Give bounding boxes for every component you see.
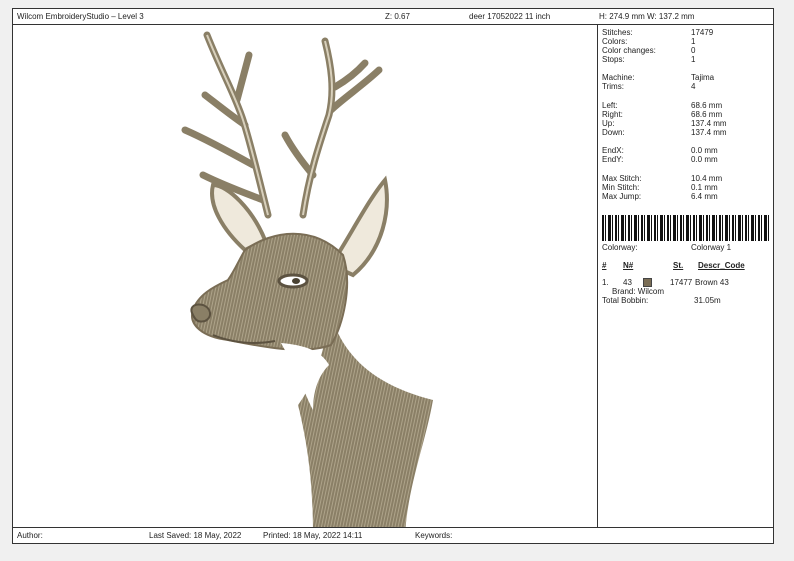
stat-stitches: Stitches: 17479 xyxy=(602,28,714,37)
colorway-table-header: # N# St. Descr_Code xyxy=(602,261,772,270)
stat-machine: Machine: Tajima xyxy=(602,73,715,82)
stat-endy: EndY: 0.0 mm xyxy=(602,155,718,164)
printed-date: Printed: 18 May, 2022 14:11 xyxy=(263,531,363,540)
design-name: deer 17052022 11 inch xyxy=(469,12,551,21)
zoom-readout: Z: 0.67 xyxy=(385,12,410,21)
stat-stops: Stops: 1 xyxy=(602,55,696,64)
author-field: Author: xyxy=(17,531,43,540)
app-title: Wilcom EmbroideryStudio – Level 3 xyxy=(17,12,144,21)
stat-color-changes: Color changes: 0 xyxy=(602,46,696,55)
stat-trims: Trims: 4 xyxy=(602,82,696,91)
header-bar: Wilcom EmbroideryStudio – Level 3 Z: 0.6… xyxy=(13,9,773,25)
stat-endx: EndX: 0.0 mm xyxy=(602,146,718,155)
stat-colors: Colors: 1 xyxy=(602,37,696,46)
stat-down: Down: 137.4 mm xyxy=(602,128,727,137)
stat-up: Up: 137.4 mm xyxy=(602,119,727,128)
stat-left: Left: 68.6 mm xyxy=(602,101,723,110)
design-canvas xyxy=(13,25,598,528)
color-swatch xyxy=(643,278,652,287)
barcode xyxy=(602,215,770,241)
table-row: 1. 43 17477 Brown 43 xyxy=(602,278,729,287)
colorway-row: Colorway: Colorway 1 xyxy=(602,243,732,252)
deer-head-embroidery xyxy=(181,31,433,528)
print-preview-sheet: Wilcom EmbroideryStudio – Level 3 Z: 0.6… xyxy=(12,8,774,544)
stat-min-stitch: Min Stitch: 0.1 mm xyxy=(602,183,718,192)
stat-max-stitch: Max Stitch: 10.4 mm xyxy=(602,174,723,183)
col-code: N# xyxy=(623,261,634,270)
col-descr: Descr_Code xyxy=(698,261,745,270)
col-index: # xyxy=(602,261,607,270)
stat-right: Right: 68.6 mm xyxy=(602,110,723,119)
footer-bar: Author: Last Saved: 18 May, 2022 Printed… xyxy=(13,527,773,543)
brand-row: Brand: Wilcom xyxy=(612,287,665,296)
design-info-panel: Stitches: 17479 Colors: 1 Color changes: 0 … xyxy=(599,25,774,528)
design-dimensions: H: 274.9 mm W: 137.2 mm xyxy=(599,12,695,21)
last-saved: Last Saved: 18 May, 2022 xyxy=(149,531,242,540)
total-bobbin-row: Total Bobbin: 31.05m xyxy=(602,296,721,305)
col-stitches: St. xyxy=(673,261,684,270)
stat-max-jump: Max Jump: 6.4 mm xyxy=(602,192,718,201)
keywords-field: Keywords: xyxy=(415,531,453,540)
